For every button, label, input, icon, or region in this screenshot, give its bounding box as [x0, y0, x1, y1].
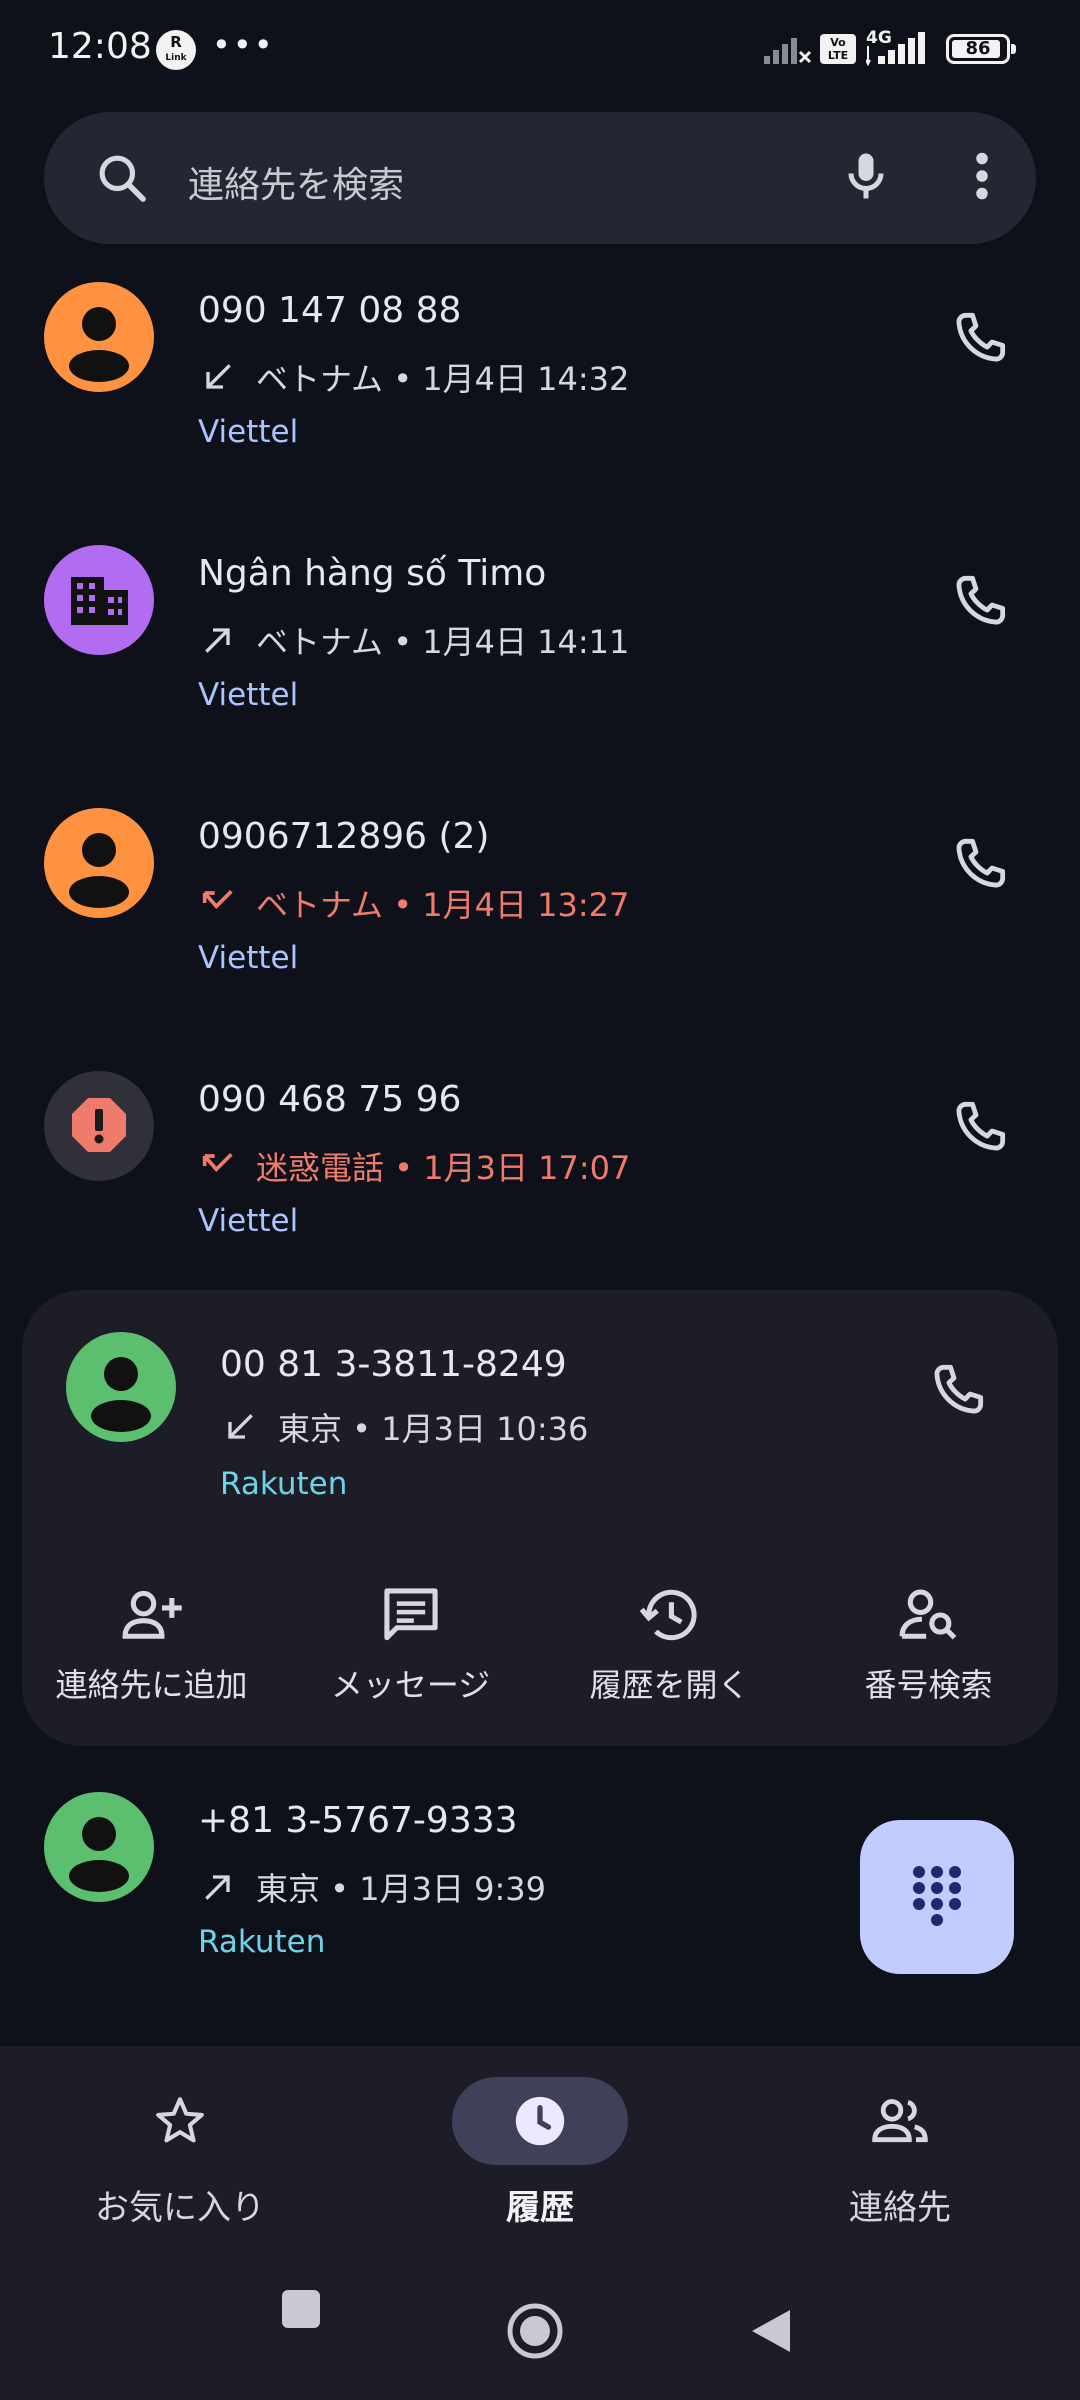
- call-icon[interactable]: [948, 1095, 1012, 1159]
- contact-avatar: [44, 1071, 154, 1181]
- call-log-item[interactable]: Ngân hàng số Timo ベトナム • 1月4日 14:11 Viet…: [0, 545, 1080, 807]
- contact-avatar: [44, 1792, 154, 1902]
- more-notifications-icon: •••: [212, 26, 275, 64]
- volte-icon: Vo LTE: [820, 34, 856, 64]
- contact-name: Ngân hàng số Timo: [198, 553, 547, 594]
- call-icon[interactable]: [948, 832, 1012, 896]
- nav-favorites[interactable]: お気に入り: [30, 2076, 330, 2229]
- home-icon[interactable]: [506, 2302, 564, 2360]
- missed-call-icon: [202, 890, 233, 910]
- call-icon[interactable]: [948, 306, 1012, 370]
- call-detail-text: ベトナム • 1月4日 14:32: [256, 360, 630, 398]
- status-time: 12:08: [48, 26, 152, 67]
- nav-active-indicator: [452, 2077, 628, 2165]
- call-detail: 迷惑電話 • 1月3日 17:07: [198, 1143, 630, 1189]
- incoming-call-icon: [206, 364, 231, 389]
- call-detail-text: ベトナム • 1月4日 13:27: [256, 886, 630, 924]
- contact-name: 090 147 08 88: [198, 290, 462, 331]
- recent-apps-icon[interactable]: [278, 2286, 324, 2332]
- person-add-icon: [122, 1590, 182, 1639]
- call-detail-text: 迷惑電話 • 1月3日 17:07: [256, 1149, 631, 1187]
- battery-icon: 86: [946, 34, 1016, 64]
- contact-name: 00 81 3-3811-8249: [220, 1344, 567, 1385]
- carrier-label: Viettel: [198, 414, 299, 450]
- expanded-call-log-item[interactable]: 00 81 3-3811-8249 東京 • 1月3日 10:36 Rakute…: [22, 1290, 1058, 1746]
- dialpad-button[interactable]: [860, 1820, 1014, 1974]
- mic-icon[interactable]: [836, 146, 896, 206]
- contact-avatar: [44, 545, 154, 655]
- signal-icon: [866, 32, 925, 66]
- number-lookup-button[interactable]: 番号検索: [799, 1580, 1058, 1710]
- call-log-item[interactable]: 090 147 08 88 ベトナム • 1月4日 14:32 Viettel: [0, 282, 1080, 544]
- clock-icon: [515, 2096, 565, 2146]
- outgoing-call-icon: [205, 628, 230, 653]
- call-icon[interactable]: [926, 1358, 990, 1422]
- carrier-label: Rakuten: [198, 1924, 326, 1960]
- nav-contacts[interactable]: 連絡先: [750, 2076, 1050, 2229]
- nav-recents-label: 履歴: [506, 2188, 574, 2228]
- spam-warning-icon: [44, 1071, 154, 1181]
- carrier-label: Viettel: [198, 677, 299, 713]
- person-icon: [44, 1792, 154, 1902]
- battery-level: 86: [965, 38, 991, 59]
- more-options-icon[interactable]: [962, 146, 1002, 206]
- missed-call-icon: [202, 1153, 233, 1173]
- nav-favorites-label: お気に入り: [95, 2188, 265, 2228]
- status-bar: 12:08 R Link ••• Vo LTE 4G 86: [0, 0, 1080, 100]
- contact-name: 090 468 75 96: [198, 1079, 462, 1120]
- search-icon: [99, 155, 146, 202]
- call-detail: ベトナム • 1月4日 13:27: [198, 880, 629, 926]
- call-detail: ベトナム • 1月4日 14:11: [198, 617, 629, 663]
- contact-avatar: [66, 1332, 176, 1442]
- outgoing-call-icon: [205, 1875, 230, 1900]
- call-detail-text: ベトナム • 1月4日 14:11: [256, 623, 630, 661]
- contact-avatar: [44, 282, 154, 392]
- number-lookup-label: 番号検索: [864, 1666, 993, 1704]
- add-contact-label: 連絡先に追加: [55, 1666, 248, 1704]
- contacts-icon: [872, 2099, 928, 2143]
- signal-no-service-icon: [764, 38, 812, 64]
- person-icon: [44, 808, 154, 918]
- call-log-item[interactable]: 0906712896 (2) ベトナム • 1月4日 13:27 Viettel: [0, 808, 1080, 1070]
- search-input[interactable]: 連絡先を検索: [188, 156, 404, 208]
- business-icon: [44, 545, 154, 655]
- contact-name: 0906712896 (2): [198, 816, 490, 857]
- person-icon: [66, 1332, 176, 1442]
- carrier-label: Viettel: [198, 1203, 299, 1239]
- call-detail-text: 東京 • 1月3日 9:39: [256, 1870, 546, 1908]
- message-button[interactable]: メッセージ: [281, 1580, 540, 1710]
- history-icon: [639, 1589, 697, 1641]
- carrier-label: Rakuten: [220, 1466, 348, 1502]
- dialpad-icon: [913, 1866, 961, 1926]
- message-label: メッセージ: [330, 1666, 491, 1704]
- search-bar[interactable]: 連絡先を検索: [44, 112, 1036, 244]
- call-actions: 連絡先に追加 メッセージ 履歴を開く 番号検索: [22, 1580, 1058, 1710]
- call-detail: 東京 • 1月3日 10:36: [220, 1404, 588, 1450]
- open-history-label: 履歴を開く: [589, 1666, 750, 1704]
- contact-avatar: [44, 808, 154, 918]
- carrier-label: Viettel: [198, 940, 299, 976]
- person-icon: [44, 282, 154, 392]
- r-link-icon: R Link: [156, 30, 196, 70]
- nav-contacts-label: 連絡先: [849, 2188, 951, 2228]
- open-history-button[interactable]: 履歴を開く: [540, 1580, 799, 1710]
- person-search-icon: [899, 1589, 956, 1640]
- star-icon: [156, 2097, 204, 2143]
- add-contact-button[interactable]: 連絡先に追加: [22, 1580, 281, 1710]
- contact-name: +81 3-5767-9333: [198, 1800, 518, 1841]
- call-icon[interactable]: [948, 569, 1012, 633]
- message-icon: [383, 1588, 438, 1641]
- incoming-call-icon: [228, 1414, 253, 1439]
- call-detail: 東京 • 1月3日 9:39: [198, 1864, 546, 1910]
- call-detail: ベトナム • 1月4日 14:32: [198, 354, 629, 400]
- call-detail-text: 東京 • 1月3日 10:36: [278, 1410, 589, 1448]
- nav-recents[interactable]: 履歴: [390, 2076, 690, 2229]
- back-icon[interactable]: [748, 2306, 794, 2356]
